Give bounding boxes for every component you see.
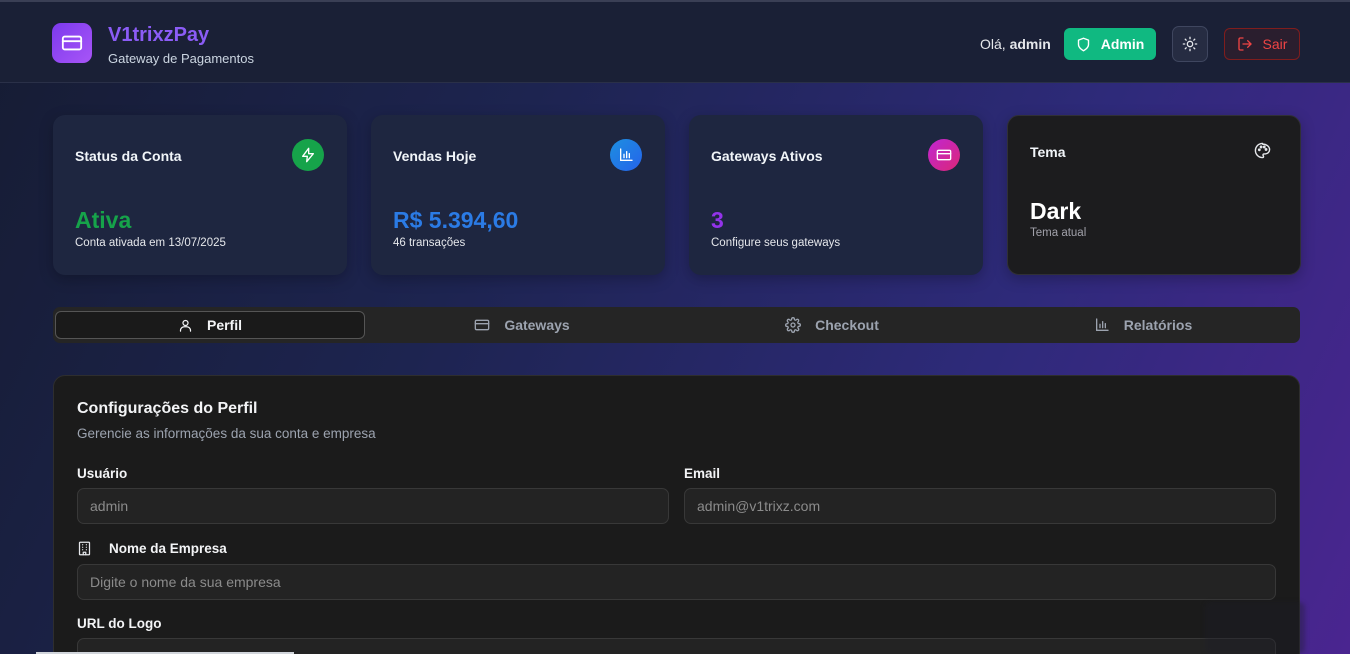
theme-toggle-button[interactable] — [1172, 26, 1208, 62]
tab-gateways[interactable]: Gateways — [367, 311, 677, 339]
tab-label: Checkout — [815, 317, 879, 333]
card-value: R$ 5.394,60 — [393, 207, 519, 233]
theme-card: Tema Dark Tema atual — [1007, 115, 1301, 275]
card-title: Gateways Ativos — [711, 148, 823, 164]
tab-label: Perfil — [206, 317, 242, 333]
top-bar: V1trixzPay Gateway de Pagamentos Olá, ad… — [0, 0, 1350, 83]
brand-name: V1trixzPay — [108, 24, 210, 46]
sales-card: Vendas Hoje R$ 5.394,60 46 transações — [371, 115, 665, 275]
email-field[interactable]: admin@v1trixz.com — [684, 488, 1276, 524]
card-value: Ativa — [75, 207, 132, 233]
blurred-toast — [1205, 602, 1305, 654]
shield-icon — [1077, 37, 1089, 51]
tab-relatorios[interactable]: Relatórios — [988, 311, 1298, 339]
logout-icon — [1237, 37, 1252, 51]
greeting: Olá, admin — [980, 36, 1051, 52]
tab-checkout[interactable]: Checkout — [677, 311, 987, 339]
profile-panel: Configurações do Perfil Gerencie as info… — [53, 375, 1300, 654]
status-card: Status da Conta Ativa Conta ativada em 1… — [53, 115, 347, 275]
greeting-prefix: Olá, — [980, 36, 1006, 52]
credit-card-icon — [474, 319, 490, 331]
logo-url-label: URL do Logo — [77, 616, 162, 631]
tab-label: Gateways — [504, 317, 570, 333]
bar-chart-icon — [1095, 318, 1109, 331]
username-field[interactable]: admin — [77, 488, 669, 524]
company-label: Nome da Empresa — [109, 541, 227, 556]
card-title: Vendas Hoje — [393, 148, 477, 164]
brand-subtitle: Gateway de Pagamentos — [108, 51, 254, 66]
admin-button-label: Admin — [1100, 36, 1145, 52]
card-subtitle: 46 transações — [393, 237, 466, 249]
building-icon — [78, 541, 91, 556]
admin-button[interactable]: Admin — [1064, 28, 1156, 60]
card-value: 3 — [711, 207, 724, 233]
card-title: Tema — [1030, 144, 1066, 160]
credit-card-icon — [928, 139, 960, 171]
gateways-card: Gateways Ativos 3 Configure seus gateway… — [689, 115, 983, 275]
card-value: Dark — [1030, 198, 1082, 224]
sun-icon — [1182, 36, 1198, 52]
logout-button-label: Sair — [1262, 36, 1288, 52]
panel-subtitle: Gerencie as informações da sua conta e e… — [77, 426, 376, 441]
company-name-field[interactable]: Digite o nome da sua empresa — [77, 564, 1276, 600]
tab-label: Relatórios — [1123, 317, 1193, 333]
username-label: Usuário — [77, 466, 128, 481]
card-subtitle: Conta ativada em 13/07/2025 — [75, 237, 226, 249]
credit-card-icon — [61, 35, 83, 51]
tab-perfil[interactable]: Perfil — [55, 311, 365, 339]
card-subtitle: Configure seus gateways — [711, 237, 841, 249]
panel-title: Configurações do Perfil — [77, 400, 258, 417]
tab-bar: Perfil Gateways Checkout Relatórios — [53, 307, 1300, 343]
logo — [52, 23, 92, 63]
logout-button[interactable]: Sair — [1224, 28, 1300, 60]
greeting-user: admin — [1009, 36, 1051, 52]
email-label: Email — [684, 466, 721, 481]
bar-chart-icon — [610, 139, 642, 171]
card-subtitle: Tema atual — [1030, 227, 1087, 239]
palette-icon — [1246, 134, 1278, 166]
zap-icon — [292, 139, 324, 171]
card-title: Status da Conta — [75, 148, 182, 164]
company-label-row: Nome da Empresa — [77, 541, 227, 556]
gear-icon — [785, 317, 802, 333]
user-icon — [179, 319, 192, 332]
